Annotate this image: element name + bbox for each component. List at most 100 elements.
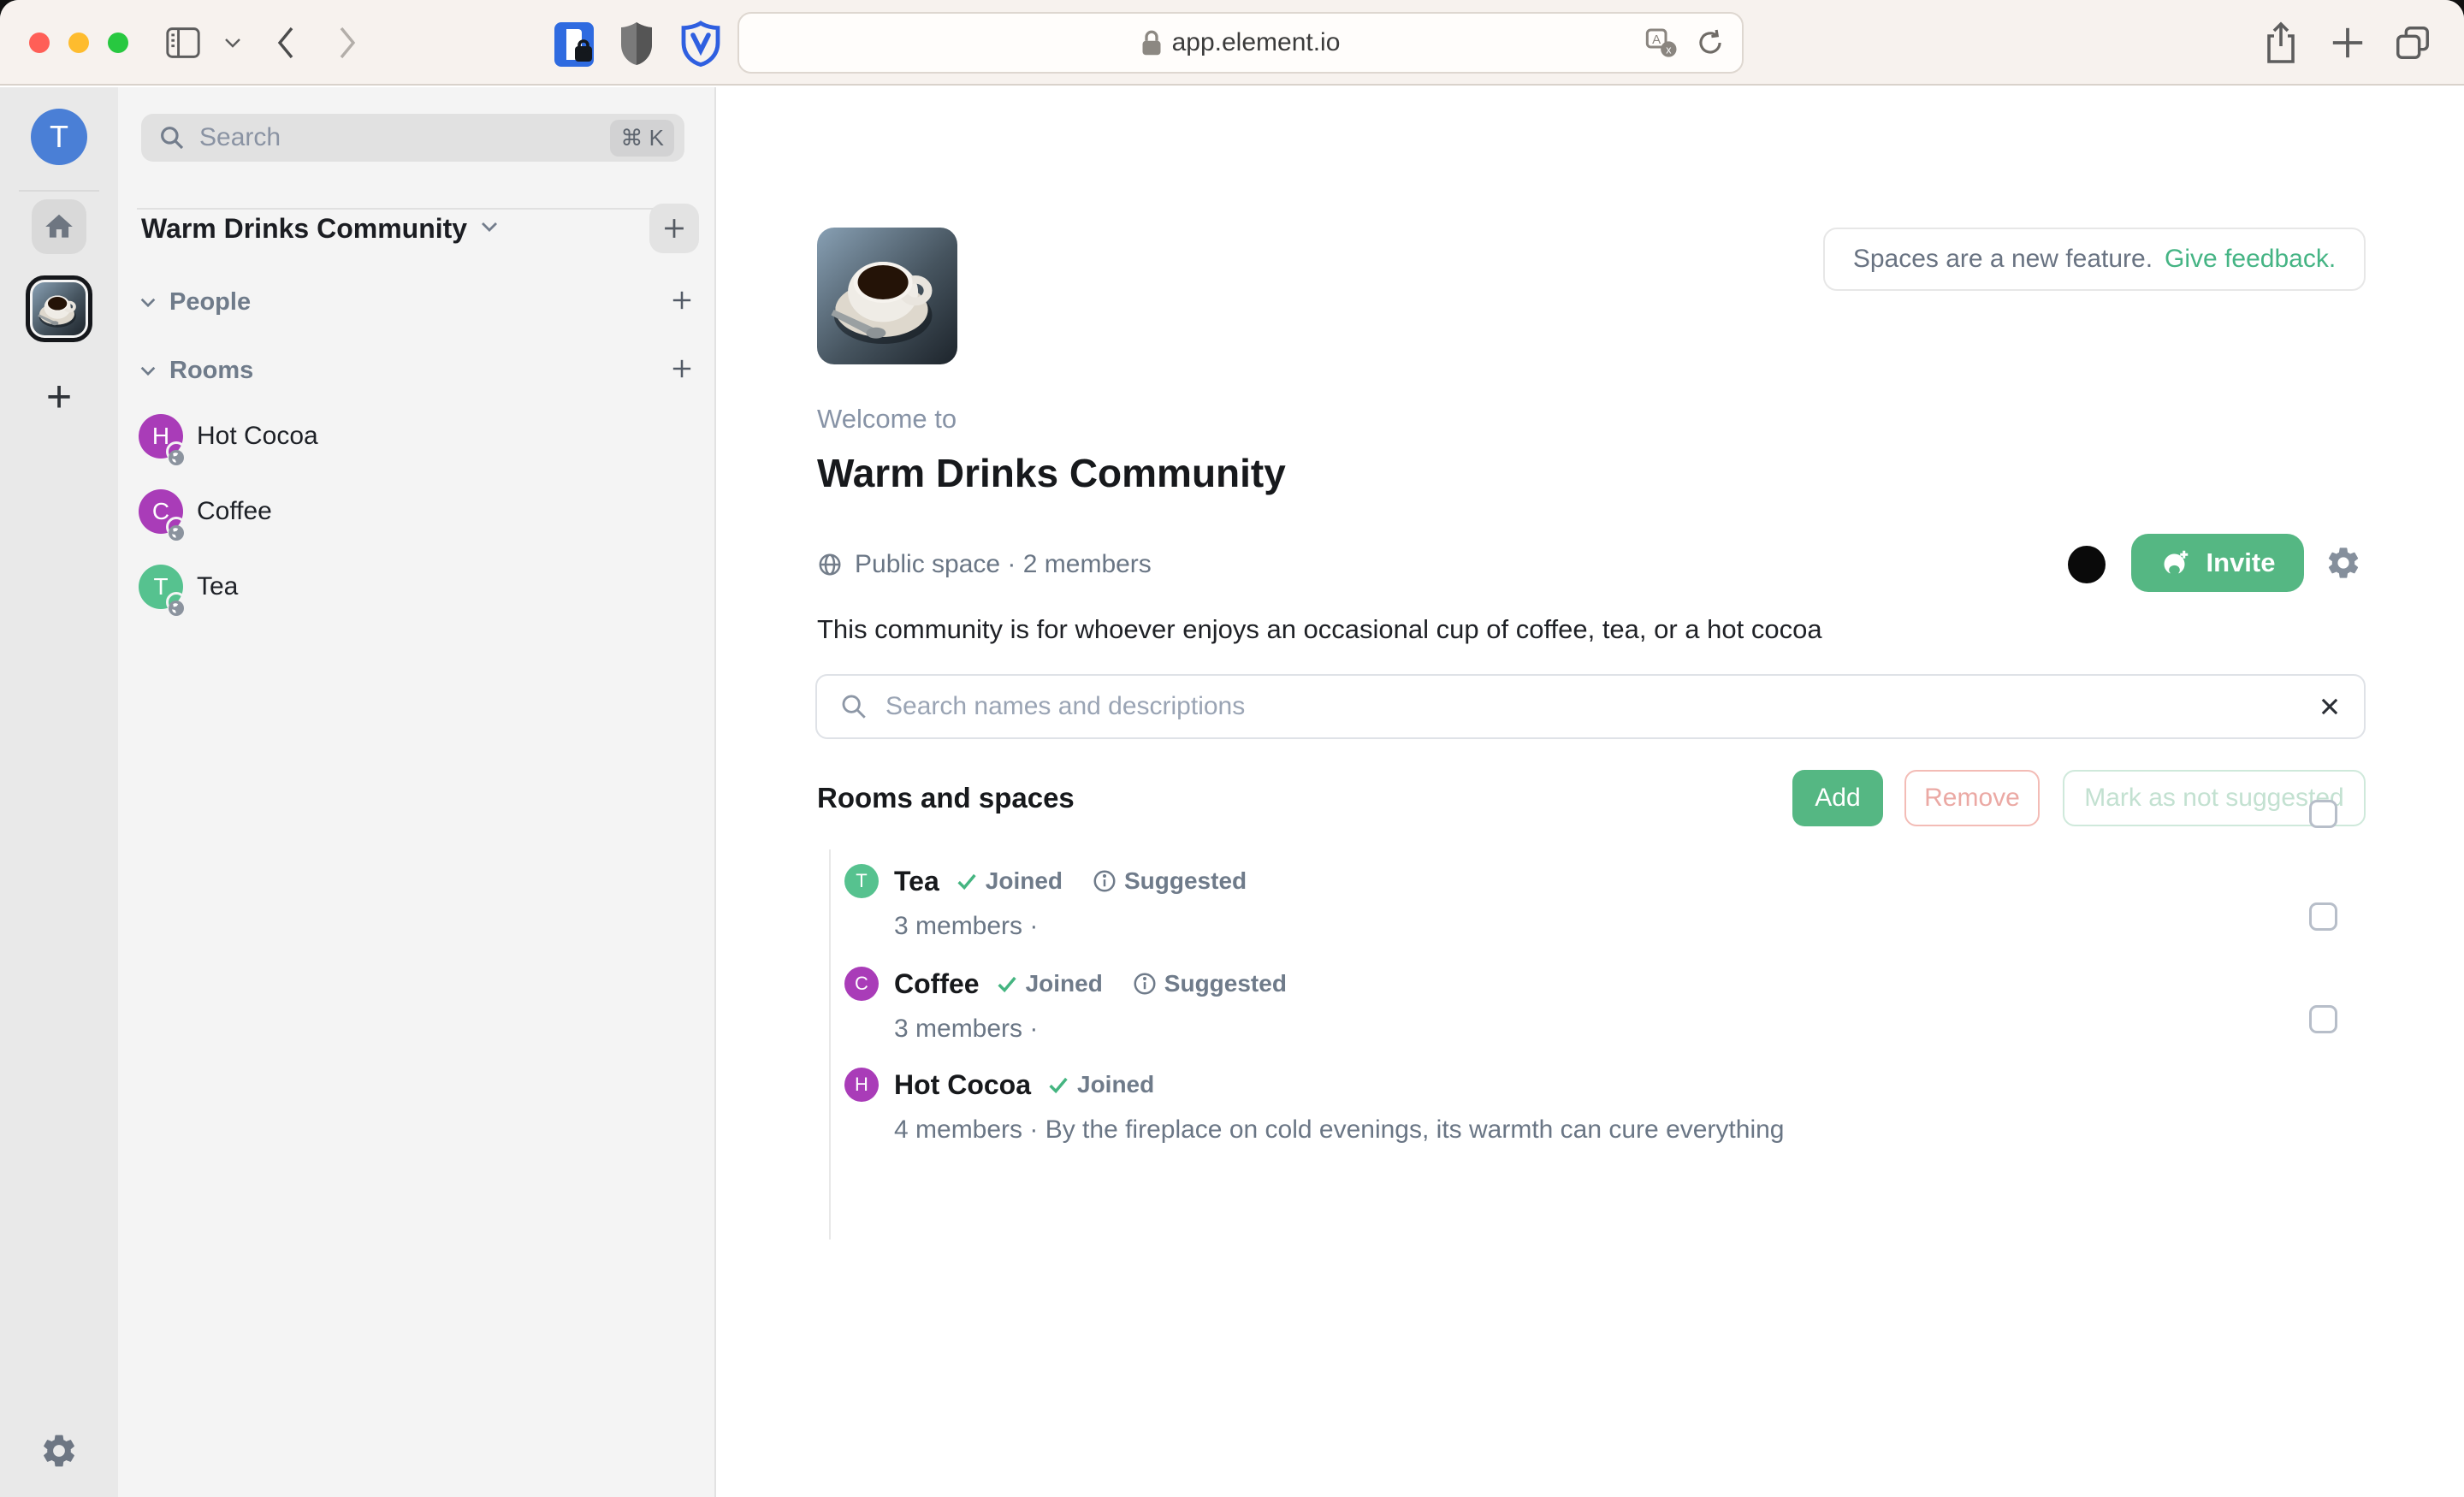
space-home-view: Spaces are a new feature. Give feedback.… <box>718 87 2464 1497</box>
select-room-checkbox-coffee[interactable] <box>2309 902 2337 931</box>
svg-text:x: x <box>1666 44 1672 56</box>
rooms-section-header[interactable]: Rooms <box>139 352 694 388</box>
space-rail: T + <box>0 87 118 1497</box>
room-name: Hot Cocoa <box>894 1069 1031 1101</box>
space-title: Warm Drinks Community <box>817 450 1286 496</box>
room-avatar: T <box>844 864 879 898</box>
add-room-button[interactable] <box>670 357 694 385</box>
suggested-badge: Suggested <box>1092 867 1247 895</box>
new-tab-icon[interactable] <box>2324 19 2372 67</box>
room-name: Coffee <box>197 497 272 526</box>
toolbar-chevron-down-icon[interactable] <box>209 19 257 67</box>
people-section-header[interactable]: People <box>139 284 694 320</box>
home-button[interactable] <box>32 199 86 254</box>
joined-badge: Joined <box>995 970 1103 997</box>
browser-window: app.element.io A x <box>0 0 2464 1497</box>
room-name: Tea <box>894 866 939 897</box>
member-facepile-avatar[interactable] <box>2068 546 2106 583</box>
search-icon <box>839 692 868 721</box>
room-avatar: T <box>139 565 183 609</box>
room-list-item-tea[interactable]: T Tea <box>139 563 694 611</box>
people-section-label: People <box>169 288 251 317</box>
room-list-item-hot-cocoa[interactable]: H Hot Cocoa <box>139 412 694 460</box>
spaces-feedback-banner: Spaces are a new feature. Give feedback. <box>1823 228 2366 291</box>
remove-button[interactable]: Remove <box>1904 770 2040 826</box>
space-name-menu[interactable]: Warm Drinks Community <box>141 213 467 245</box>
user-avatar-letter: T <box>50 119 68 155</box>
close-window-button[interactable] <box>29 33 50 53</box>
url-text: app.element.io <box>1172 28 1341 57</box>
sidebar-toggle-icon[interactable] <box>159 19 207 67</box>
room-list-item-coffee[interactable]: C Coffee <box>139 488 694 535</box>
room-avatar-letter: H <box>855 1074 868 1096</box>
public-globe-badge-icon <box>166 517 187 537</box>
space-avatar-image[interactable] <box>817 228 957 364</box>
space-settings-gear-icon[interactable] <box>2325 544 2362 586</box>
room-avatar-letter: T <box>153 573 168 601</box>
info-icon <box>1092 868 1117 894</box>
rooms-search-box[interactable] <box>815 674 2366 739</box>
add-people-button[interactable] <box>670 288 694 317</box>
banner-text: Spaces are a new feature. <box>1853 245 2153 274</box>
room-avatar-letter: T <box>856 870 867 892</box>
welcome-prefix: Welcome to <box>817 404 957 435</box>
check-icon <box>1046 1073 1070 1097</box>
quick-settings-gear-icon[interactable] <box>39 1431 79 1475</box>
suggested-badge: Suggested <box>1132 970 1287 997</box>
check-icon <box>955 869 979 893</box>
public-globe-badge-icon <box>166 441 187 462</box>
search-icon <box>158 124 186 151</box>
room-avatar: C <box>844 967 879 1001</box>
user-avatar[interactable]: T <box>31 109 87 165</box>
active-space-avatar[interactable] <box>26 275 92 342</box>
joined-badge: Joined <box>955 867 1063 895</box>
public-globe-badge-icon <box>166 592 187 612</box>
hierarchy-indent-line <box>829 849 831 1240</box>
vpn-shield-extension-icon[interactable] <box>681 21 720 67</box>
password-manager-extension-icon[interactable] <box>553 21 595 68</box>
shield-extension-icon[interactable] <box>619 21 654 67</box>
room-avatar-letter: C <box>855 973 868 995</box>
room-list-panel: ⌘ K Warm Drinks Community People Rooms <box>118 87 716 1497</box>
add-button[interactable]: Add <box>1792 770 1883 826</box>
minimize-window-button[interactable] <box>68 33 89 53</box>
select-room-checkbox-tea[interactable] <box>2309 800 2337 828</box>
info-icon <box>1132 971 1158 997</box>
give-feedback-link[interactable]: Give feedback. <box>2165 245 2336 274</box>
zoom-window-button[interactable] <box>108 33 128 53</box>
clear-search-icon[interactable] <box>2318 695 2342 719</box>
space-meta-row: Public space · 2 members <box>817 547 1152 582</box>
hierarchy-row-coffee[interactable]: C Coffee Joined Suggested 3 members · <box>844 965 2344 1044</box>
translate-icon[interactable]: A x <box>1644 26 1679 60</box>
rooms-and-spaces-heading: Rooms and spaces <box>817 782 1075 814</box>
space-menu-chevron-down-icon[interactable] <box>479 220 500 238</box>
room-meta: 3 members · <box>894 912 2344 941</box>
room-meta: 4 members · By the fireplace on cold eve… <box>894 1115 2344 1145</box>
home-icon <box>43 210 75 243</box>
person-add-icon <box>2160 547 2191 578</box>
explore-add-button[interactable] <box>649 204 699 253</box>
reload-icon[interactable] <box>1694 27 1727 59</box>
room-search-input[interactable] <box>199 123 596 152</box>
invite-button[interactable]: Invite <box>2131 534 2304 592</box>
forward-button[interactable] <box>323 19 371 67</box>
hierarchy-row-hot-cocoa[interactable]: H Hot Cocoa Joined 4 members · By the fi… <box>844 1066 2344 1145</box>
room-meta: 3 members · <box>894 1015 2344 1044</box>
room-avatar: C <box>139 489 183 534</box>
invite-button-label: Invite <box>2206 547 2276 578</box>
tls-lock-icon <box>1141 29 1162 56</box>
svg-text:A: A <box>1652 33 1661 47</box>
room-name: Hot Cocoa <box>197 422 318 451</box>
address-bar[interactable]: app.element.io A x <box>737 12 1744 74</box>
select-room-checkbox-hot-cocoa[interactable] <box>2309 1005 2337 1033</box>
back-button[interactable] <box>262 19 310 67</box>
tab-overview-icon[interactable] <box>2389 19 2437 67</box>
create-space-button[interactable]: + <box>0 371 118 423</box>
room-name: Coffee <box>894 968 980 1000</box>
hierarchy-row-tea[interactable]: T Tea Joined Suggested 3 members · <box>844 862 2344 941</box>
room-search-box[interactable]: ⌘ K <box>141 114 684 162</box>
room-avatar: H <box>844 1068 879 1102</box>
share-icon[interactable] <box>2257 19 2305 67</box>
room-avatar: H <box>139 414 183 459</box>
rooms-search-input[interactable] <box>886 692 2301 721</box>
